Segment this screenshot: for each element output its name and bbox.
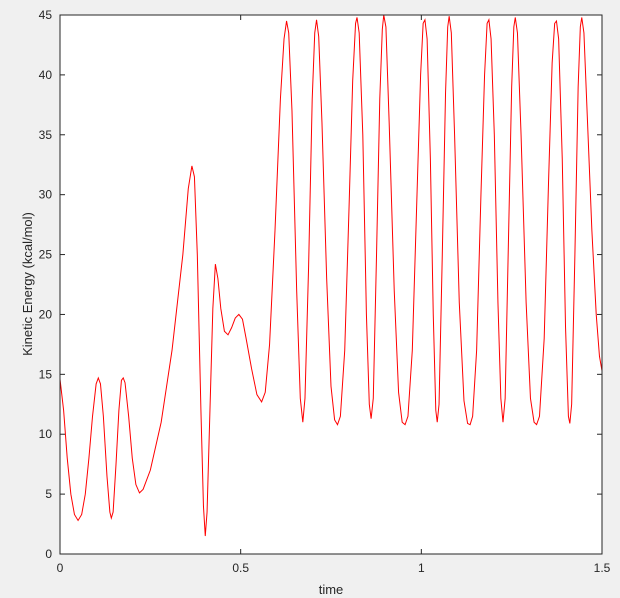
y-tick-label: 45 [39,8,53,22]
y-tick-label: 5 [45,487,52,501]
y-axis-label: Kinetic Energy (kcal/mol) [20,212,35,356]
figure-window: 0 0.5 1 1.5 0 5 10 15 20 25 30 35 40 45 time Kinetic… [0,0,620,598]
x-tick-label: 1.5 [594,561,611,575]
y-tick-label: 30 [39,188,53,202]
y-tick-label: 15 [39,367,53,381]
plot-area [60,15,602,554]
y-tick-label: 40 [39,68,53,82]
x-tick-label: 1 [418,561,425,575]
kinetic-energy-chart: 0 0.5 1 1.5 0 5 10 15 20 25 30 35 40 45 time Kinetic… [20,8,611,597]
y-tick-label: 20 [39,307,53,321]
x-axis-label: time [319,582,344,597]
y-tick-labels: 0 5 10 15 20 25 30 35 40 45 [39,8,53,561]
x-tick-label: 0.5 [232,561,249,575]
y-tick-label: 0 [45,547,52,561]
y-tick-label: 25 [39,248,53,262]
x-tick-label: 0 [57,561,64,575]
y-tick-label: 10 [39,427,53,441]
x-tick-labels: 0 0.5 1 1.5 [57,561,611,575]
y-tick-label: 35 [39,128,53,142]
